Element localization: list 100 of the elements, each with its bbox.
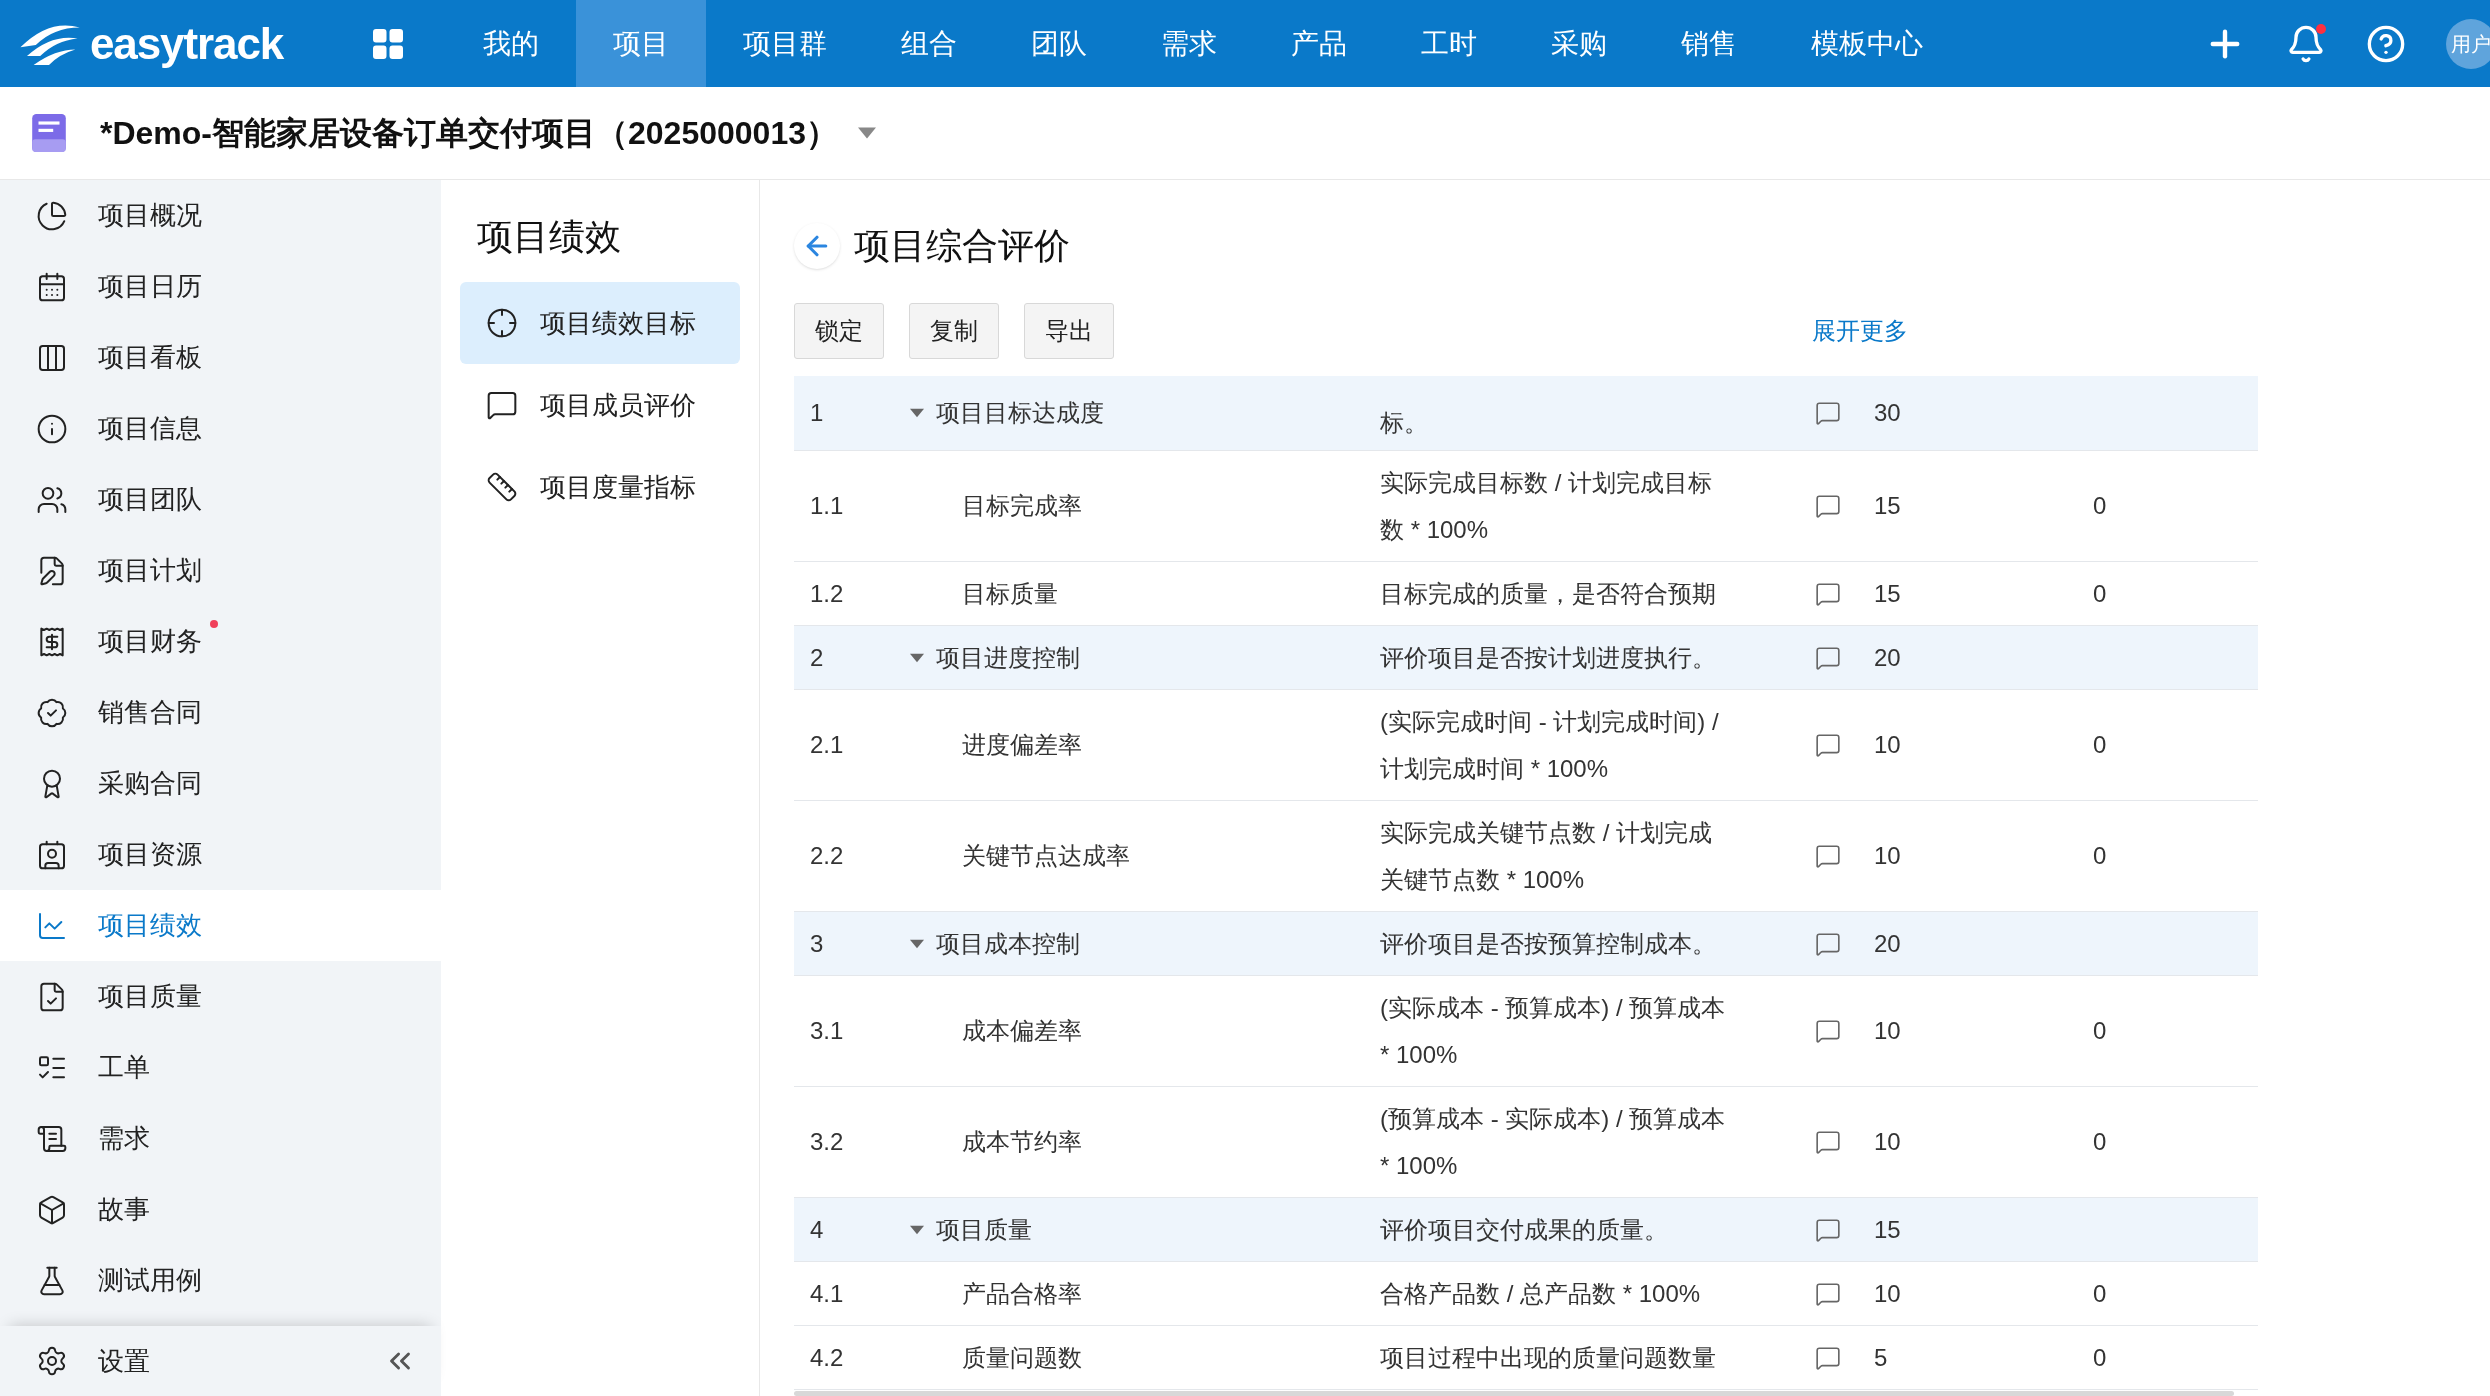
table-cell-text: 0 (2093, 578, 2108, 609)
sidebar-item[interactable]: 项目资源 (0, 819, 441, 890)
page-title: 项目综合评价 (854, 223, 1070, 268)
nav-tab[interactable]: 产品 (1254, 0, 1384, 87)
nav-tab[interactable]: 组合 (864, 0, 994, 87)
sidebar-item[interactable]: 项目绩效 (0, 890, 441, 961)
table-cell-text: 0 (2093, 1127, 2108, 1158)
nav-tab[interactable]: 工时 (1384, 0, 1514, 87)
table-cell-text: 0 (2093, 841, 2108, 872)
nav-tab[interactable]: 我的 (446, 0, 576, 87)
sidebar-item[interactable]: 项目看板 (0, 322, 441, 393)
comment-icon[interactable] (1815, 1280, 1841, 1307)
sidebar-item[interactable]: 项目质量 (0, 961, 441, 1032)
sidebar-item[interactable]: 测试用例 (0, 1245, 441, 1316)
table-cell-text: 5 (1874, 1342, 1889, 1373)
table-cell-text: (实际成本 - 预算成本) / 预算成本 * 100% (1380, 993, 1727, 1071)
nav-tab[interactable]: 团队 (994, 0, 1124, 87)
pie-chart-icon (36, 199, 68, 232)
subnav-item[interactable]: 项目成员评价 (460, 364, 740, 446)
expand-more-link[interactable]: 展开更多 (1812, 312, 1908, 349)
comment-icon[interactable] (1815, 843, 1841, 870)
nav-tab[interactable]: 销售 (1644, 0, 1774, 87)
table-cell-text: 实际完成关键节点数 / 计划完成关键节点数 * 100% (1380, 818, 1713, 896)
sidebar-item[interactable]: 项目团队 (0, 464, 441, 535)
table-cell-text: 项目过程中出现的质量问题数量 (1380, 1343, 1716, 1374)
comment-icon[interactable] (1815, 1344, 1841, 1371)
table-cell-text: 成本节约率 (961, 1127, 1082, 1158)
nav-tab[interactable]: 需求 (1124, 0, 1254, 87)
table-cell-text: 目标完成率 (961, 491, 1082, 522)
table-cell-text: 评价项目是否按预算控制成本。 (1380, 929, 1716, 960)
table-cell-text: 目标质量 (961, 578, 1058, 609)
sidebar-item[interactable]: 项目信息 (0, 393, 441, 464)
comment-icon[interactable] (1815, 400, 1841, 427)
table-cell-text: 1.2 (809, 578, 845, 609)
toolbar-button[interactable]: 导出 (1024, 302, 1114, 359)
table-cell-text: 10 (1874, 730, 1902, 761)
sidebar-item[interactable]: 销售合同 (0, 677, 441, 748)
table-cell-text: 进度偏差率 (961, 730, 1082, 761)
sidebar-item[interactable]: 工单 (0, 1032, 441, 1103)
table-cell-text: 成本偏差率 (961, 1016, 1082, 1047)
info-icon (36, 412, 68, 445)
table-cell-text: 10 (1874, 1127, 1902, 1158)
comment-icon[interactable] (1815, 493, 1841, 520)
table-cell-text: 1.1 (809, 491, 845, 522)
table-cell-text: 10 (1874, 1278, 1902, 1309)
table-cell-text: 实际完成目标数 / 计划完成目标数 * 100% (1380, 468, 1713, 546)
sidebar-item[interactable]: 采购合同 (0, 748, 441, 819)
table-cell-text: 4.2 (809, 1342, 845, 1373)
table-cell-text: 15 (1874, 578, 1902, 609)
table-cell-text: 目标完成的质量，是否符合预期 (1380, 579, 1716, 610)
sidebar-item[interactable]: 故事 (0, 1174, 441, 1245)
contact-card-icon (36, 838, 68, 871)
toolbar-button[interactable]: 锁定 (794, 302, 884, 359)
sidebar-item[interactable]: 项目计划 (0, 535, 441, 606)
sidebar-item[interactable]: 项目日历 (0, 251, 441, 322)
table-cell-text: 0 (2093, 730, 2108, 761)
comment-icon[interactable] (1815, 930, 1841, 957)
table-cell-text: 评价项目交付成果的质量。 (1380, 1215, 1668, 1246)
table-cell-text: 30 (1874, 398, 1902, 429)
table-cell-text: 10 (1874, 1016, 1902, 1047)
sidebar-item[interactable]: 项目概况 (0, 180, 441, 251)
scrollbar[interactable] (794, 1391, 2234, 1396)
table-cell-text: 3.2 (809, 1127, 845, 1158)
table-cell-text: 15 (1874, 491, 1902, 522)
settings-label[interactable]: 设置 (98, 1341, 150, 1381)
back-button[interactable] (794, 222, 840, 269)
project-title: *Demo-智能家居设备订单交付项目（2025000013） (100, 114, 838, 153)
table-cell-text: 3.1 (809, 1016, 845, 1047)
comment-icon[interactable] (1815, 1216, 1841, 1243)
comment-icon[interactable] (1815, 580, 1841, 607)
settings-icon[interactable] (36, 1345, 68, 1377)
subnav-item[interactable]: 项目绩效目标 (460, 282, 740, 364)
table-cell-text: 20 (1874, 928, 1902, 959)
table-cell-text: 0 (2093, 1016, 2108, 1047)
help-icon[interactable] (2366, 23, 2406, 64)
section-title: 项目绩效 (476, 215, 622, 259)
table-cell-text: 项目成本控制 (936, 928, 1080, 959)
subnav-item[interactable]: 项目度量指标 (460, 446, 740, 528)
table-cell-text: 评价项目是否按计划进度执行。 (1380, 643, 1716, 674)
table-cell-text: 0 (2093, 1278, 2108, 1309)
nav-tab[interactable]: 采购 (1514, 0, 1644, 87)
table-cell-text: (实际完成时间 - 计划完成时间) / 计划完成时间 * 100% (1380, 707, 1720, 785)
comment-icon[interactable] (1815, 732, 1841, 759)
table-cell-text: 4 (809, 1214, 825, 1245)
comment-icon[interactable] (1815, 1129, 1841, 1156)
sidebar-item[interactable]: 项目财务 (0, 606, 441, 677)
logo-text: easytrack (90, 17, 284, 70)
comment-icon (486, 389, 518, 421)
comment-icon[interactable] (1815, 1018, 1841, 1045)
cube-icon (36, 1193, 68, 1226)
notification-icon[interactable] (2286, 23, 2326, 64)
comment-icon[interactable] (1815, 644, 1841, 671)
nav-tab[interactable]: 模板中心 (1774, 0, 1960, 87)
nav-tab[interactable]: 项目群 (706, 0, 864, 87)
table-cell-text: 2.1 (809, 730, 845, 761)
table-cell-text: 产品合格率 (961, 1278, 1082, 1309)
table-cell-text: 关键节点达成率 (961, 841, 1130, 872)
sidebar-item[interactable]: 需求 (0, 1103, 441, 1174)
table-cell-text: 0 (2093, 491, 2108, 522)
toolbar-button[interactable]: 复制 (909, 302, 999, 359)
